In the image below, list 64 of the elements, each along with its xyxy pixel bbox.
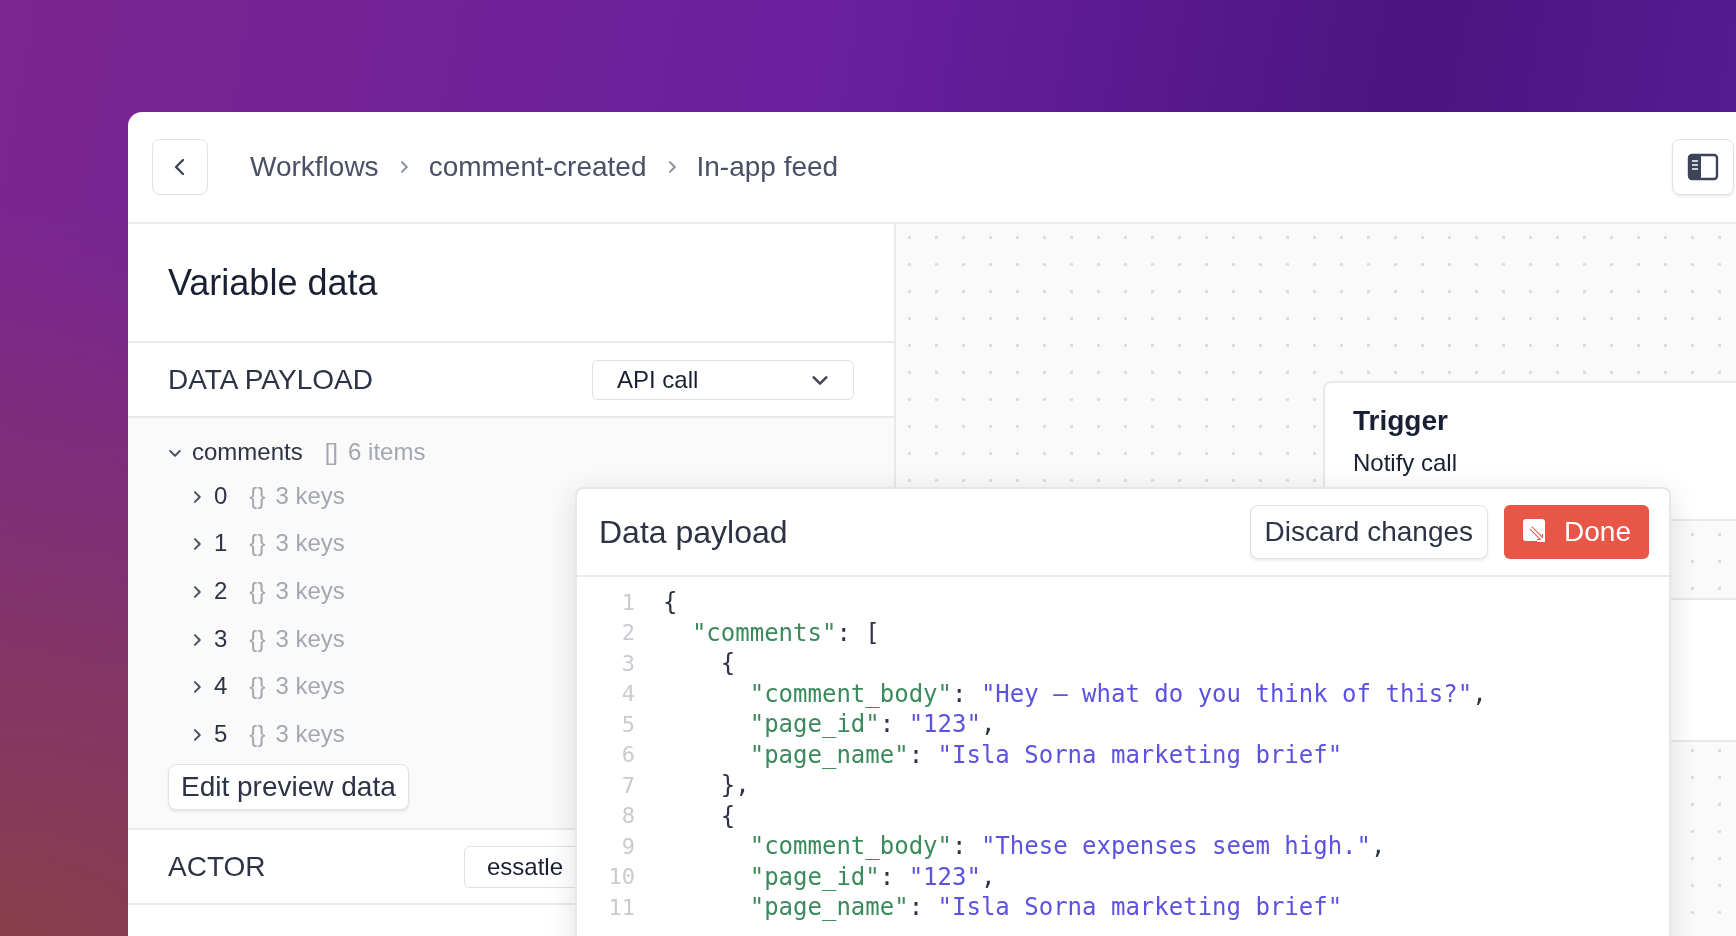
code-token: {	[719, 649, 736, 678]
code-token: "Hey — what do you think of this?"	[980, 679, 1473, 708]
item-count: 3 keys	[275, 529, 345, 558]
section-label: ACTOR	[168, 850, 266, 883]
card-subtitle: Notify call	[1353, 449, 1459, 477]
code-token: :	[879, 710, 896, 739]
sidebar-toggle-button[interactable]	[1672, 139, 1734, 195]
code-token: : [	[836, 618, 880, 647]
type-brackets: {}	[249, 529, 266, 558]
type-brackets: {}	[249, 719, 266, 748]
type-brackets: {}	[249, 577, 266, 605]
code-token: "These expenses seem high."	[980, 832, 1372, 861]
breadcrumb-link[interactable]: Workflows	[250, 151, 379, 183]
code-token: :	[908, 740, 925, 769]
dialog-title: Data payload	[599, 513, 789, 551]
type-brackets: []	[324, 438, 339, 466]
code-token: :	[952, 679, 968, 708]
code-token: "123"	[908, 710, 981, 739]
edit-preview-data-button[interactable]: Edit preview data	[168, 763, 409, 810]
code-token: "123"	[908, 862, 981, 891]
type-brackets: {}	[249, 624, 266, 653]
item-count: 3 keys	[275, 672, 345, 701]
code-token: "comment_body"	[748, 832, 952, 861]
tree-key[interactable]: 5	[214, 719, 228, 748]
tree-key[interactable]: comments	[192, 438, 303, 466]
code-token: {	[719, 801, 736, 830]
breadcrumb-link[interactable]: comment-created	[428, 151, 647, 183]
code-token: :	[879, 862, 896, 891]
tree-key[interactable]: 1	[214, 529, 228, 558]
code-token: :	[952, 832, 968, 861]
done-button[interactable]: Done	[1504, 505, 1649, 559]
tree-key[interactable]: 4	[214, 672, 228, 701]
code-token: ,	[1371, 832, 1386, 861]
code-token: "page_id"	[748, 862, 880, 891]
code-token: "Isla Sorna marketing brief"	[937, 740, 1343, 769]
item-count: 3 keys	[275, 577, 345, 605]
item-count: 3 keys	[275, 719, 345, 748]
sidebar-icon	[1687, 153, 1719, 181]
code-token: ,	[1472, 679, 1487, 708]
card-title: Trigger	[1353, 405, 1449, 437]
code-token: "comments"	[690, 618, 837, 647]
code-token: },	[719, 771, 750, 800]
code-token: {	[663, 588, 678, 617]
code-token: ,	[980, 710, 996, 739]
discard-changes-button[interactable]: Discard changes	[1249, 505, 1489, 559]
tree-key[interactable]: 0	[214, 481, 228, 510]
type-brackets: {}	[249, 672, 266, 701]
panel-title: Variable data	[128, 224, 894, 343]
tree-key[interactable]: 3	[214, 624, 228, 653]
item-count: 3 keys	[275, 624, 345, 653]
item-count: 6 items	[348, 438, 426, 466]
breadcrumb-link[interactable]: In-app feed	[696, 151, 839, 183]
tree-key[interactable]: 2	[214, 577, 228, 605]
code-token: ,	[980, 862, 996, 891]
item-count: 3 keys	[275, 481, 345, 510]
code-token: "Isla Sorna marketing brief"	[937, 893, 1343, 922]
code-token: "page_name"	[748, 740, 909, 769]
code-token: "comment_body"	[748, 679, 952, 708]
section-label: DATA PAYLOAD	[168, 363, 373, 396]
source-dropdown[interactable]: API call	[592, 359, 854, 400]
code-token: "page_id"	[748, 710, 880, 739]
code-token: :	[908, 893, 925, 922]
type-brackets: {}	[249, 481, 266, 510]
code-token: "page_name"	[748, 893, 909, 922]
